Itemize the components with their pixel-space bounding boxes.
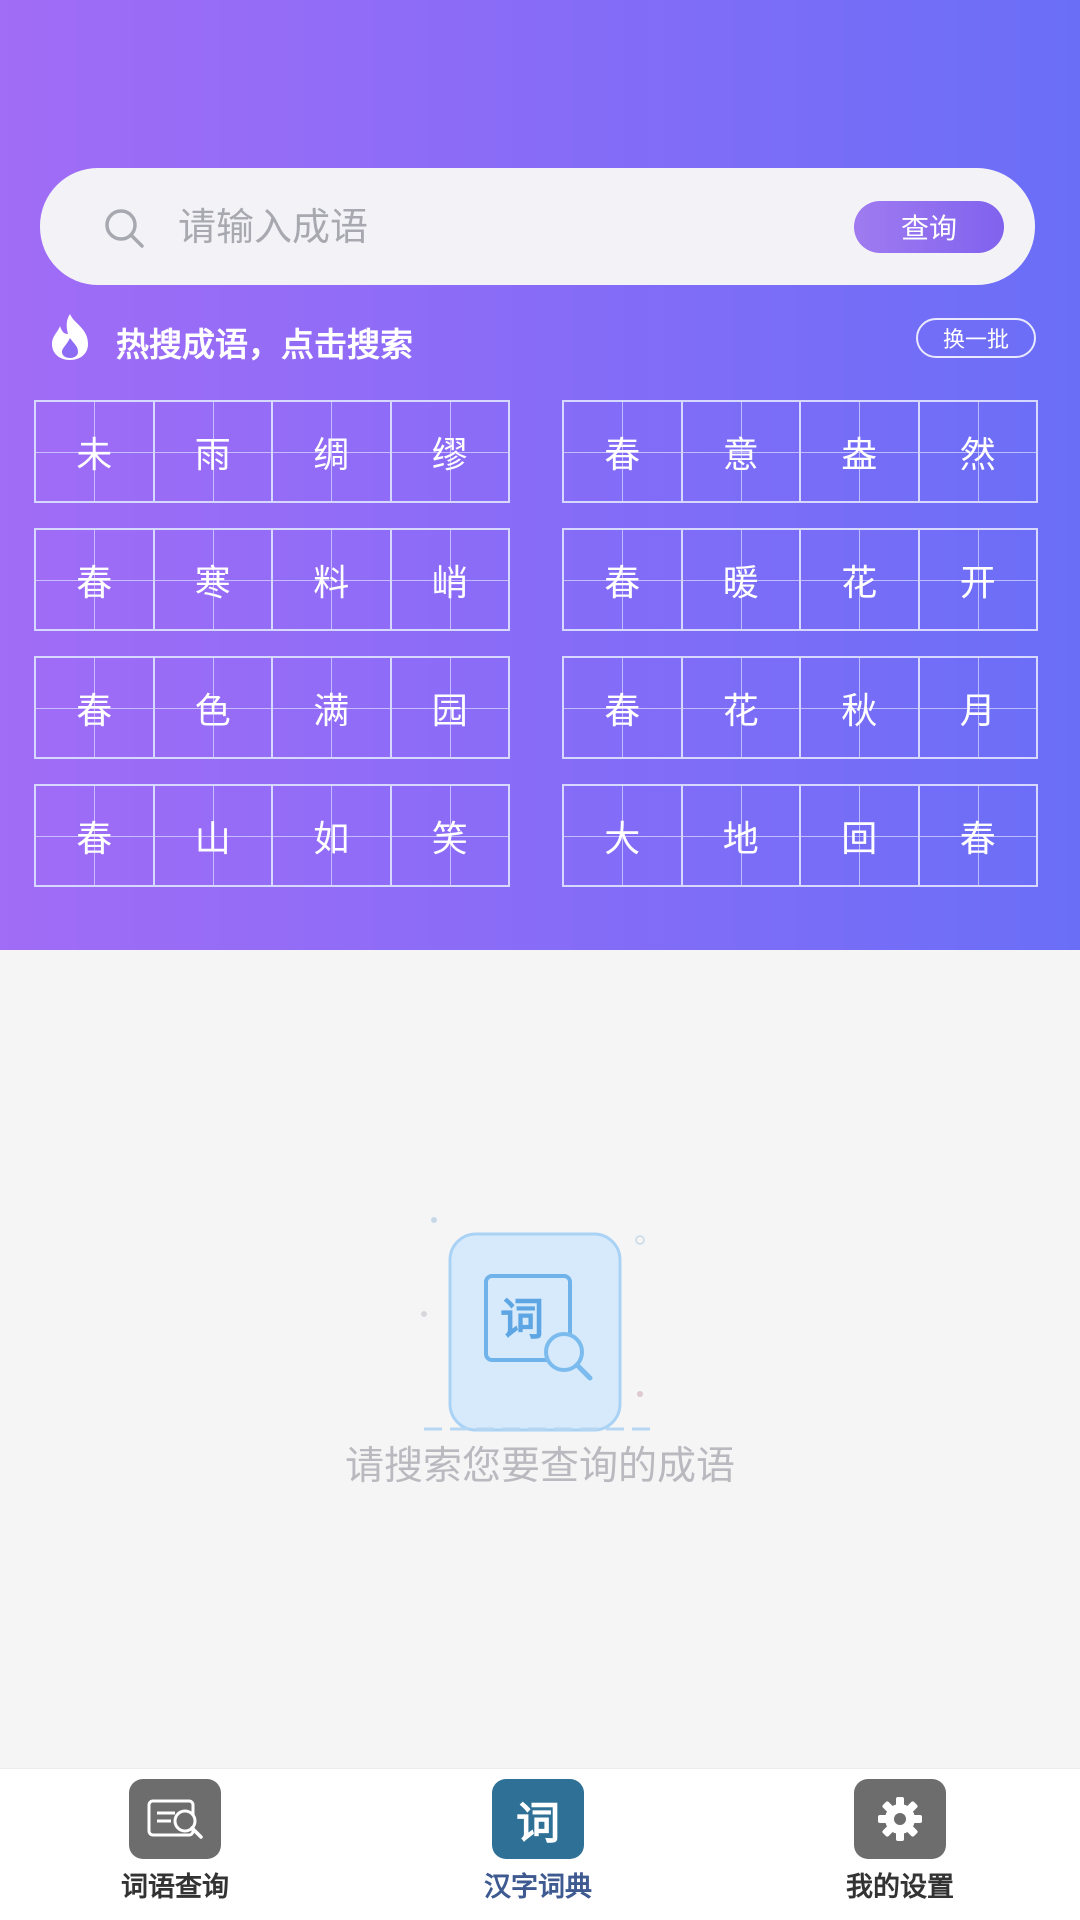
idiom-char: 地 (682, 786, 801, 885)
idiom-char: 春 (564, 530, 683, 629)
idiom-card[interactable]: 春 意 盎 然 (562, 400, 1038, 503)
gear-icon (854, 1779, 946, 1859)
idiom-card[interactable]: 春 色 满 园 (34, 656, 510, 759)
idiom-card[interactable]: 春 寒 料 峭 (34, 528, 510, 631)
idiom-card[interactable]: 春 花 秋 月 (562, 656, 1038, 759)
idiom-char: 料 (273, 530, 392, 629)
idiom-char: 月 (919, 658, 1037, 757)
bottom-nav: 词语查询 词 汉字词典 我的设置 (0, 1768, 1080, 1920)
idiom-char: 秋 (801, 658, 920, 757)
idiom-char: 花 (801, 530, 920, 629)
flame-icon (52, 314, 88, 360)
idiom-char: 春 (36, 658, 155, 757)
nav-label: 汉字词典 (484, 1872, 592, 1903)
dictionary-search-illustration: 词 (421, 1217, 658, 1432)
nav-item-my-settings[interactable]: 我的设置 (780, 1769, 1020, 1920)
idiom-char: 色 (154, 658, 273, 757)
idiom-char: 暖 (682, 530, 801, 629)
idiom-char: 春 (564, 402, 683, 501)
header-banner: 查询 热搜成语，点击搜索 换一批 未 雨 绸 缪 春 意 盎 然 春 寒 料 峭… (0, 0, 1080, 950)
search-button[interactable]: 查询 (854, 201, 1004, 253)
idiom-char: 然 (919, 402, 1037, 501)
nav-label: 我的设置 (846, 1872, 954, 1903)
idiom-char: 缪 (391, 402, 509, 501)
idiom-char: 满 (273, 658, 392, 757)
idiom-char: 春 (919, 786, 1037, 885)
nav-label: 词语查询 (121, 1872, 229, 1903)
search-input[interactable] (178, 198, 738, 256)
idiom-char: 峭 (391, 530, 509, 629)
idiom-char: 盎 (801, 402, 920, 501)
idiom-card[interactable]: 大 地 回 春 (562, 784, 1038, 887)
idiom-card[interactable]: 未 雨 绸 缪 (34, 400, 510, 503)
idiom-char: 未 (36, 402, 155, 501)
idiom-char: 开 (919, 530, 1037, 629)
idiom-char: 雨 (154, 402, 273, 501)
nav-item-word-search[interactable]: 词语查询 (55, 1769, 295, 1920)
idiom-card[interactable]: 春 山 如 笑 (34, 784, 510, 887)
idiom-char: 笑 (391, 786, 509, 885)
search-book-icon (129, 1779, 221, 1859)
idiom-char: 寒 (154, 530, 273, 629)
hot-search-header: 热搜成语，点击搜索 换一批 (44, 310, 1036, 366)
idiom-char: 大 (564, 786, 683, 885)
search-bar: 查询 (40, 168, 1035, 285)
idiom-char: 花 (682, 658, 801, 757)
hot-search-title: 热搜成语，点击搜索 (116, 325, 413, 364)
empty-state-text: 请搜索您要查询的成语 (344, 1444, 735, 1489)
search-icon (105, 209, 144, 248)
idiom-char: 如 (273, 786, 392, 885)
idiom-char: 春 (36, 530, 155, 629)
idiom-char: 园 (391, 658, 509, 757)
idiom-char: 山 (154, 786, 273, 885)
idiom-char: 春 (564, 658, 683, 757)
refresh-batch-button[interactable]: 换一批 (916, 318, 1036, 358)
ci-char-icon: 词 (492, 1779, 584, 1859)
idiom-char: 绸 (273, 402, 392, 501)
idiom-char: 回 (801, 786, 920, 885)
nav-item-character-dictionary[interactable]: 词 汉字词典 (418, 1769, 658, 1920)
idiom-char: 意 (682, 402, 801, 501)
idiom-char: 春 (36, 786, 155, 885)
svg-text:词: 词 (500, 1294, 544, 1345)
idiom-card[interactable]: 春 暖 花 开 (562, 528, 1038, 631)
